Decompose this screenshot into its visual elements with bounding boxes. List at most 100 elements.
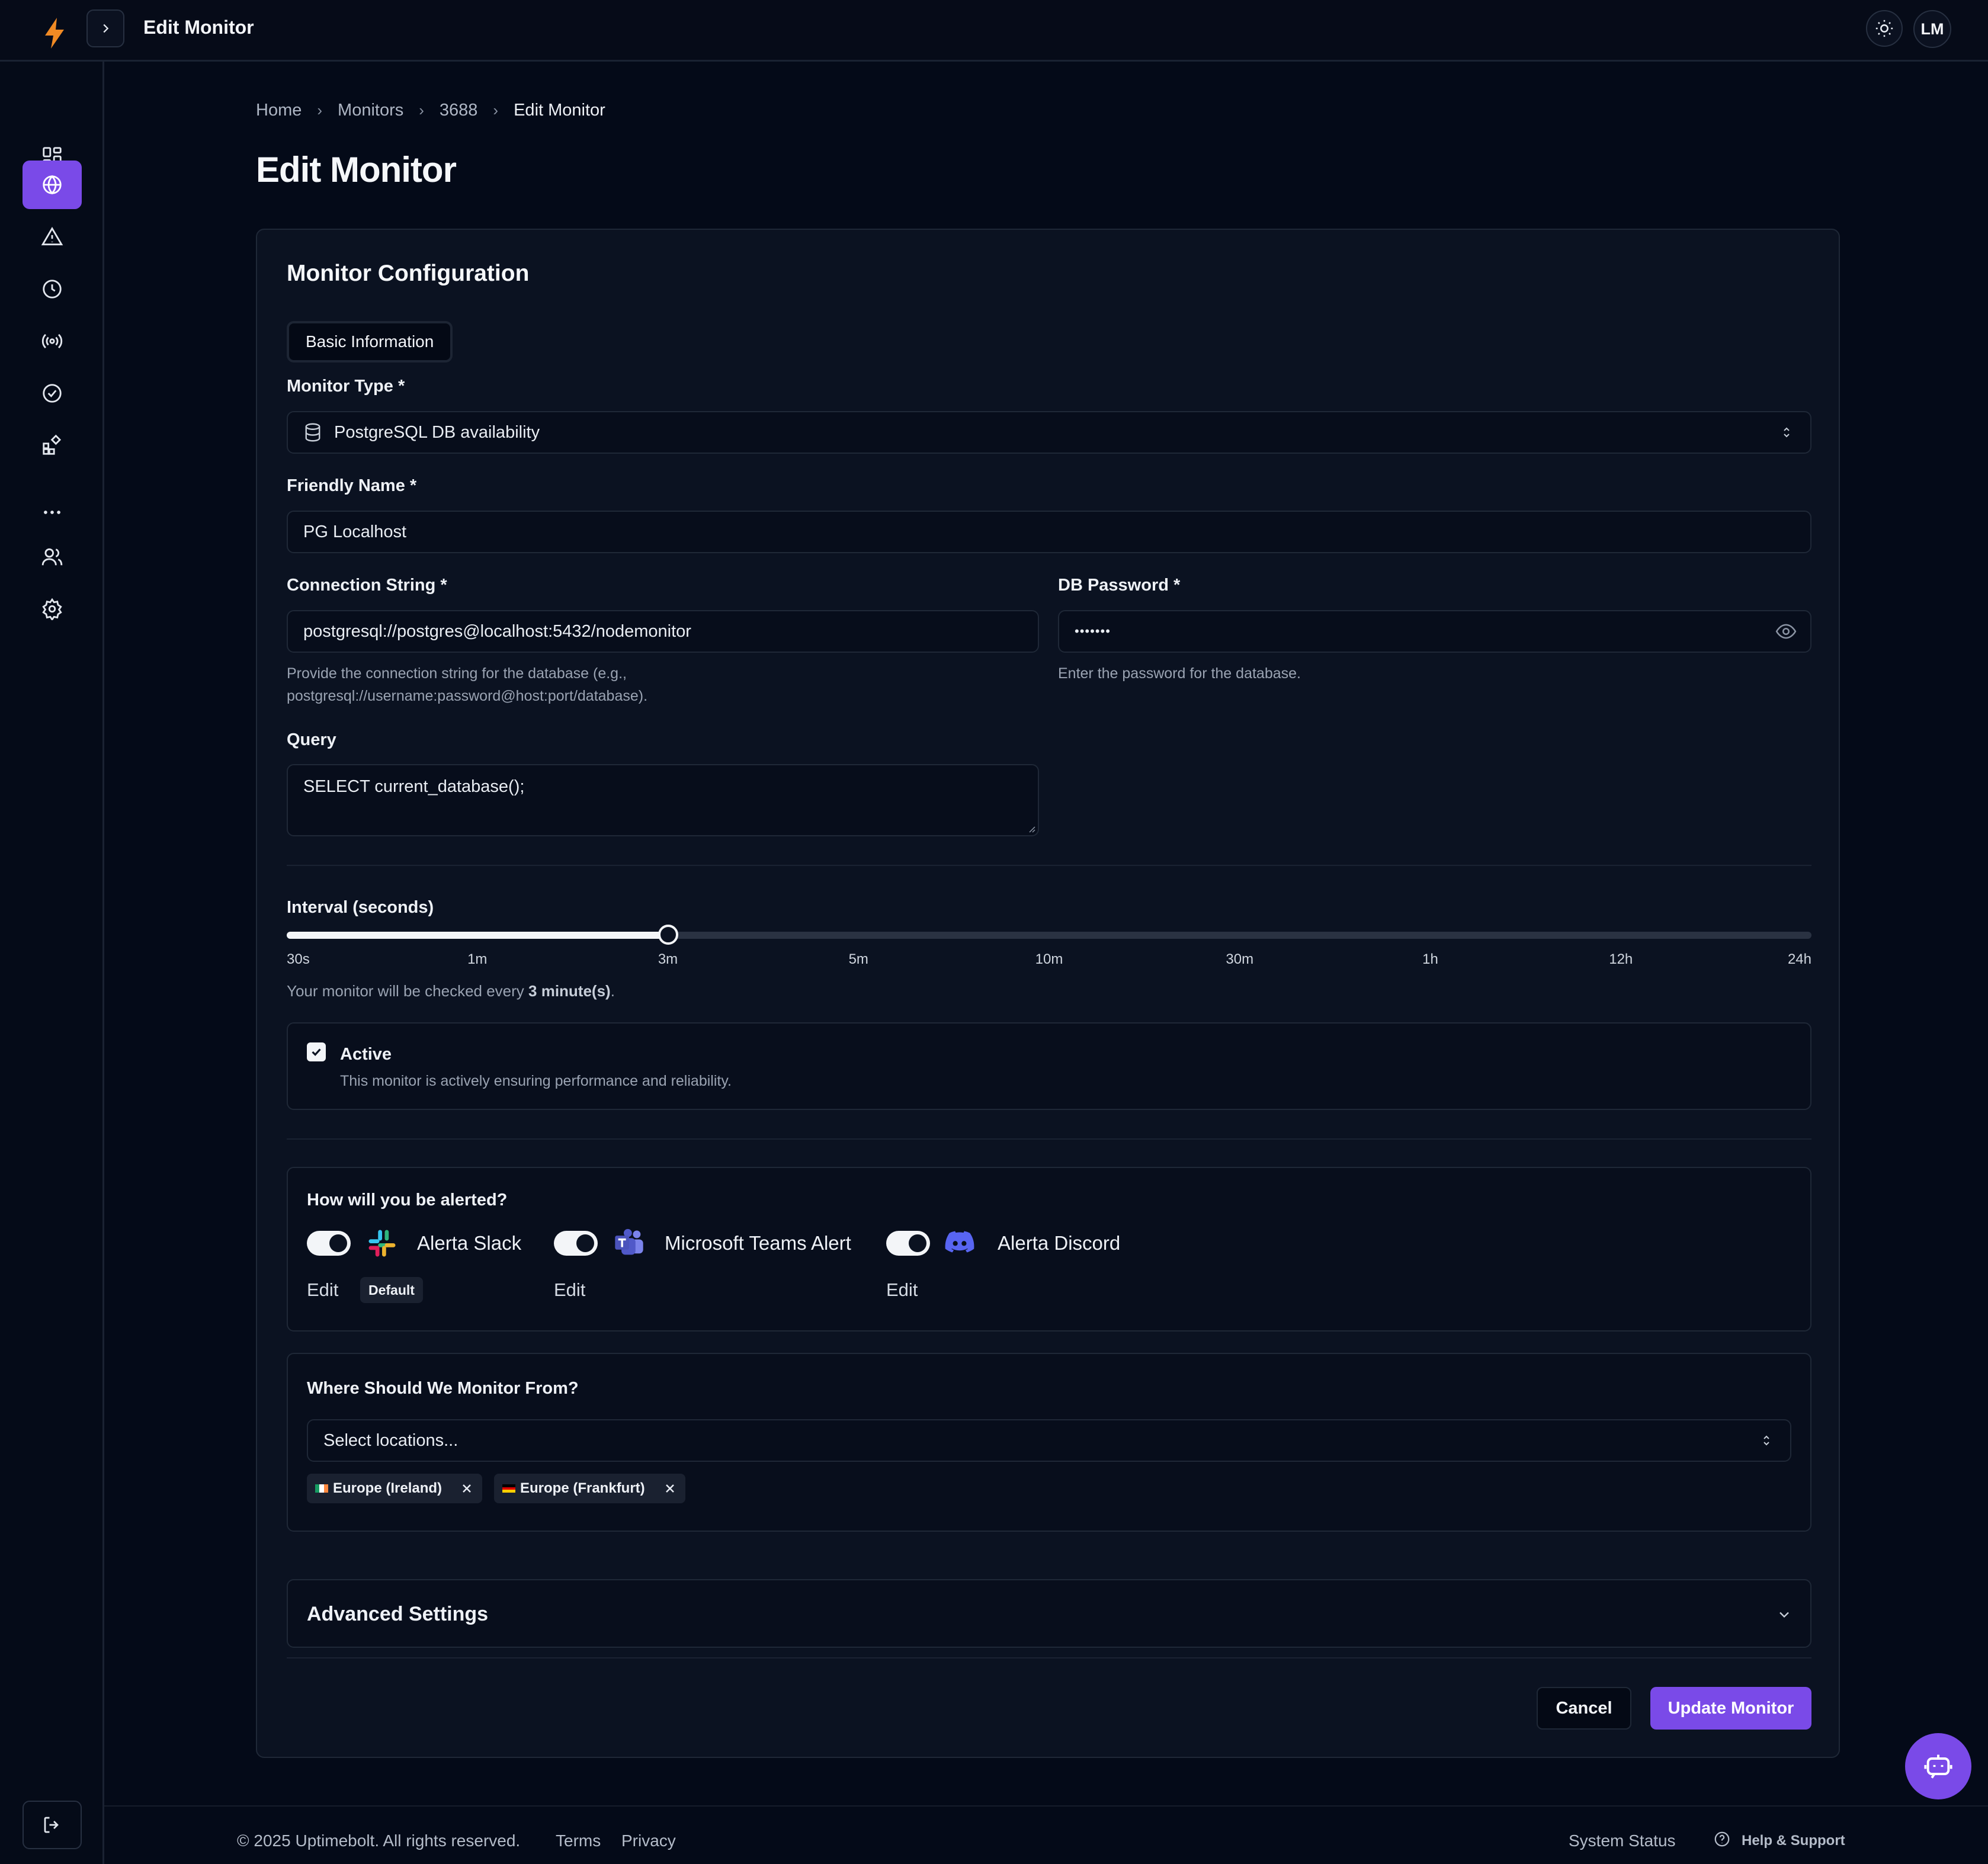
interval-tick[interactable]: 10m <box>1035 951 1063 968</box>
locations-box: Where Should We Monitor From? Select loc… <box>287 1353 1811 1532</box>
interval-tick[interactable]: 30s <box>287 951 310 968</box>
db-password-input[interactable]: ••••••• <box>1058 610 1811 653</box>
sidebar-item-integrations[interactable] <box>23 317 82 365</box>
connection-string-help-line2: postgresql://username:password@host:port… <box>287 688 648 704</box>
active-checkbox[interactable] <box>307 1042 326 1061</box>
user-avatar[interactable]: LM <box>1913 10 1951 48</box>
breadcrumb-monitors[interactable]: Monitors <box>338 101 403 120</box>
interval-tick[interactable]: 1m <box>467 951 487 968</box>
slack-icon <box>368 1230 396 1257</box>
section-divider <box>287 1138 1811 1140</box>
interval-tick[interactable]: 5m <box>849 951 868 968</box>
db-password-help: Enter the password for the database. <box>1058 665 1301 682</box>
sidebar-item-history[interactable] <box>23 265 82 313</box>
bot-chat-icon <box>1924 1754 1952 1779</box>
database-icon <box>305 423 320 442</box>
footer-privacy-link[interactable]: Privacy <box>621 1831 676 1850</box>
monitor-type-label: Monitor Type * <box>287 377 405 396</box>
chevron-right-icon <box>103 24 109 33</box>
card-title: Monitor Configuration <box>287 261 530 286</box>
page-title: Edit Monitor <box>256 150 457 190</box>
chevron-down-icon <box>1779 1612 1789 1618</box>
close-icon[interactable] <box>460 1481 474 1496</box>
discord-toggle[interactable] <box>886 1231 930 1256</box>
broadcast-icon <box>41 333 63 349</box>
teams-toggle[interactable] <box>554 1231 598 1256</box>
sidebar-item-incidents[interactable] <box>23 213 82 261</box>
more-dots-icon <box>44 511 60 514</box>
interval-summary-suffix: . <box>610 982 615 1000</box>
chevron-up-down-icon <box>1784 427 1790 438</box>
chevron-right-icon: › <box>493 101 499 119</box>
bolt-logo-icon[interactable] <box>43 18 66 49</box>
footer-copyright: © 2025 Uptimebolt. All rights reserved. <box>237 1831 521 1850</box>
interval-tick[interactable]: 1h <box>1422 951 1438 968</box>
chat-assistant-button[interactable] <box>1905 1733 1971 1799</box>
location-chip-label: Europe (Frankfurt) <box>520 1480 645 1496</box>
logout-icon <box>44 1817 59 1833</box>
friendly-name-input[interactable]: PG Localhost <box>287 511 1811 553</box>
sidebar-item-monitors[interactable] <box>23 161 82 209</box>
logout-button[interactable] <box>23 1801 82 1849</box>
slack-toggle[interactable] <box>307 1231 351 1256</box>
footer-help-link[interactable]: Help & Support <box>1742 1833 1845 1849</box>
alerts-title: How will you be alerted? <box>307 1191 508 1209</box>
query-textarea[interactable]: SELECT current_database(); <box>287 764 1039 836</box>
slider-thumb[interactable] <box>658 925 678 945</box>
help-circle-icon <box>1714 1831 1730 1847</box>
sidebar <box>0 62 104 1864</box>
theme-toggle-button[interactable] <box>1866 10 1903 47</box>
discord-edit-link[interactable]: Edit <box>886 1279 918 1301</box>
connection-string-help: Provide the connection string for the da… <box>287 662 647 707</box>
default-badge: Default <box>360 1277 423 1303</box>
discord-icon <box>945 1231 974 1253</box>
monitor-type-value: PostgreSQL DB availability <box>334 422 540 442</box>
breadcrumb-monitor-id[interactable]: 3688 <box>440 101 478 120</box>
cancel-button[interactable]: Cancel <box>1537 1687 1631 1730</box>
footer: © 2025 Uptimebolt. All rights reserved. … <box>104 1805 1988 1864</box>
tab-basic-information[interactable]: Basic Information <box>287 321 453 362</box>
sidebar-item-apps[interactable] <box>23 421 82 470</box>
connection-string-input[interactable]: postgresql://postgres@localhost:5432/nod… <box>287 610 1039 653</box>
interval-slider[interactable] <box>287 925 1811 945</box>
eye-icon[interactable] <box>1775 620 1797 643</box>
sidebar-item-more[interactable] <box>23 488 82 537</box>
section-divider <box>287 1657 1811 1658</box>
check-icon <box>312 1048 321 1056</box>
footer-system-status-link[interactable]: System Status <box>1569 1831 1676 1850</box>
header-title: Edit Monitor <box>143 17 254 38</box>
location-chip-ireland: Europe (Ireland) <box>307 1474 483 1503</box>
update-monitor-button[interactable]: Update Monitor <box>1650 1687 1811 1730</box>
interval-summary-value: 3 minute(s) <box>528 982 611 1000</box>
expand-sidebar-button[interactable] <box>86 9 124 47</box>
interval-tick[interactable]: 3m <box>658 951 678 968</box>
slider-fill <box>287 932 668 939</box>
interval-tick[interactable]: 30m <box>1226 951 1253 968</box>
db-password-label: DB Password * <box>1058 576 1181 595</box>
ireland-flag-icon <box>315 1484 328 1493</box>
germany-flag-icon <box>502 1484 515 1493</box>
interval-tick[interactable]: 24h <box>1788 951 1811 968</box>
sidebar-item-status[interactable] <box>23 369 82 418</box>
sidebar-item-team[interactable] <box>23 532 82 581</box>
location-chip-frankfurt: Europe (Frankfurt) <box>494 1474 685 1503</box>
teams-edit-link[interactable]: Edit <box>554 1279 585 1301</box>
chevron-right-icon: › <box>419 101 424 119</box>
breadcrumb-home[interactable]: Home <box>256 101 302 120</box>
slack-channel-name: Alerta Slack <box>417 1232 522 1254</box>
query-value: SELECT current_database(); <box>303 777 525 796</box>
check-circle-icon <box>43 384 62 403</box>
resize-handle-icon[interactable] <box>1027 824 1035 833</box>
sidebar-item-settings[interactable] <box>23 585 82 633</box>
globe-icon <box>43 175 62 195</box>
monitor-type-select[interactable]: PostgreSQL DB availability <box>287 411 1811 454</box>
interval-tick[interactable]: 12h <box>1609 951 1633 968</box>
locations-select[interactable]: Select locations... <box>307 1419 1791 1462</box>
top-bar: Edit Monitor LM <box>0 0 1988 62</box>
advanced-settings-accordion[interactable]: Advanced Settings <box>287 1579 1811 1648</box>
slack-edit-link[interactable]: Edit <box>307 1279 338 1301</box>
close-icon[interactable] <box>663 1481 677 1496</box>
active-description: This monitor is actively ensuring perfor… <box>340 1073 732 1089</box>
footer-terms-link[interactable]: Terms <box>556 1831 601 1850</box>
teams-channel-name: Microsoft Teams Alert <box>665 1232 851 1254</box>
